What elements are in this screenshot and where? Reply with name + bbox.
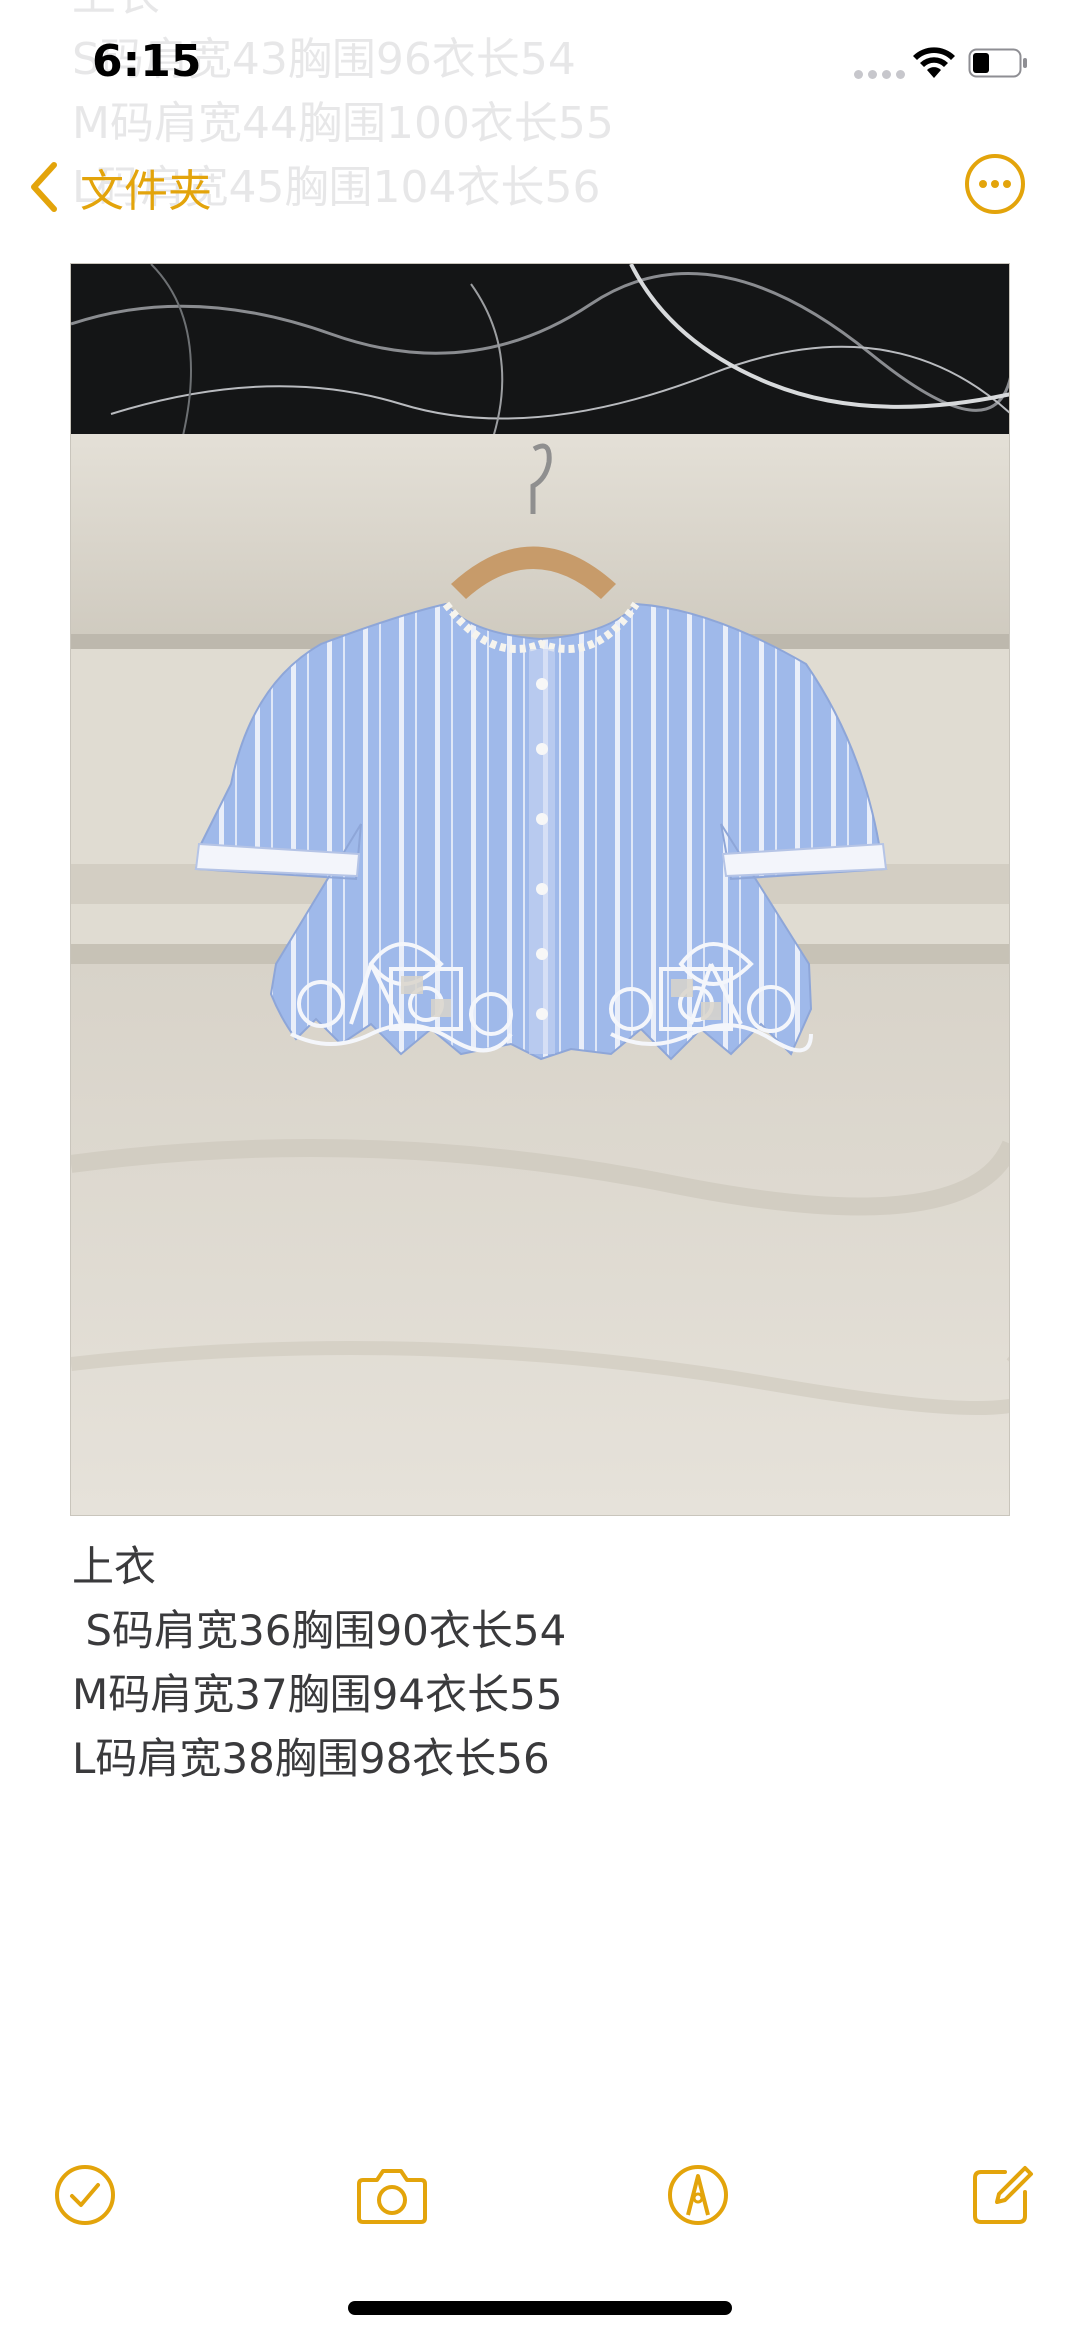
back-button[interactable]: 文件夹	[28, 152, 212, 222]
note-size-m-line: M码肩宽37胸围94衣长55	[72, 1670, 563, 1719]
status-time: 6:15	[92, 36, 202, 87]
compose-button[interactable]	[967, 2160, 1037, 2230]
home-indicator[interactable]	[348, 2301, 732, 2315]
more-options-button[interactable]	[964, 153, 1026, 215]
note-image-attachment[interactable]	[70, 263, 1010, 1516]
cellular-signal-icon	[854, 70, 905, 79]
note-title-line: 上衣	[72, 1542, 157, 1591]
markup-button[interactable]	[663, 2160, 733, 2230]
note-size-l-line: L码肩宽38胸围98衣长56	[72, 1734, 550, 1783]
chevron-left-icon	[31, 162, 57, 212]
navigation-bar: 文件夹	[0, 130, 1080, 240]
status-bar: 6:15	[0, 0, 1080, 130]
back-button-label: 文件夹	[80, 166, 212, 217]
camera-button[interactable]	[355, 2160, 429, 2230]
note-body[interactable]: 上衣 S码肩宽36胸围90衣长54 M码肩宽37胸围94衣长55 L码肩宽38胸…	[72, 1535, 566, 1791]
blouse-photo	[71, 264, 1009, 1515]
wifi-icon	[913, 47, 955, 78]
note-size-s-line: S码肩宽36胸围90衣长54	[72, 1606, 567, 1655]
battery-icon	[968, 48, 1027, 78]
checklist-button[interactable]	[50, 2160, 120, 2230]
